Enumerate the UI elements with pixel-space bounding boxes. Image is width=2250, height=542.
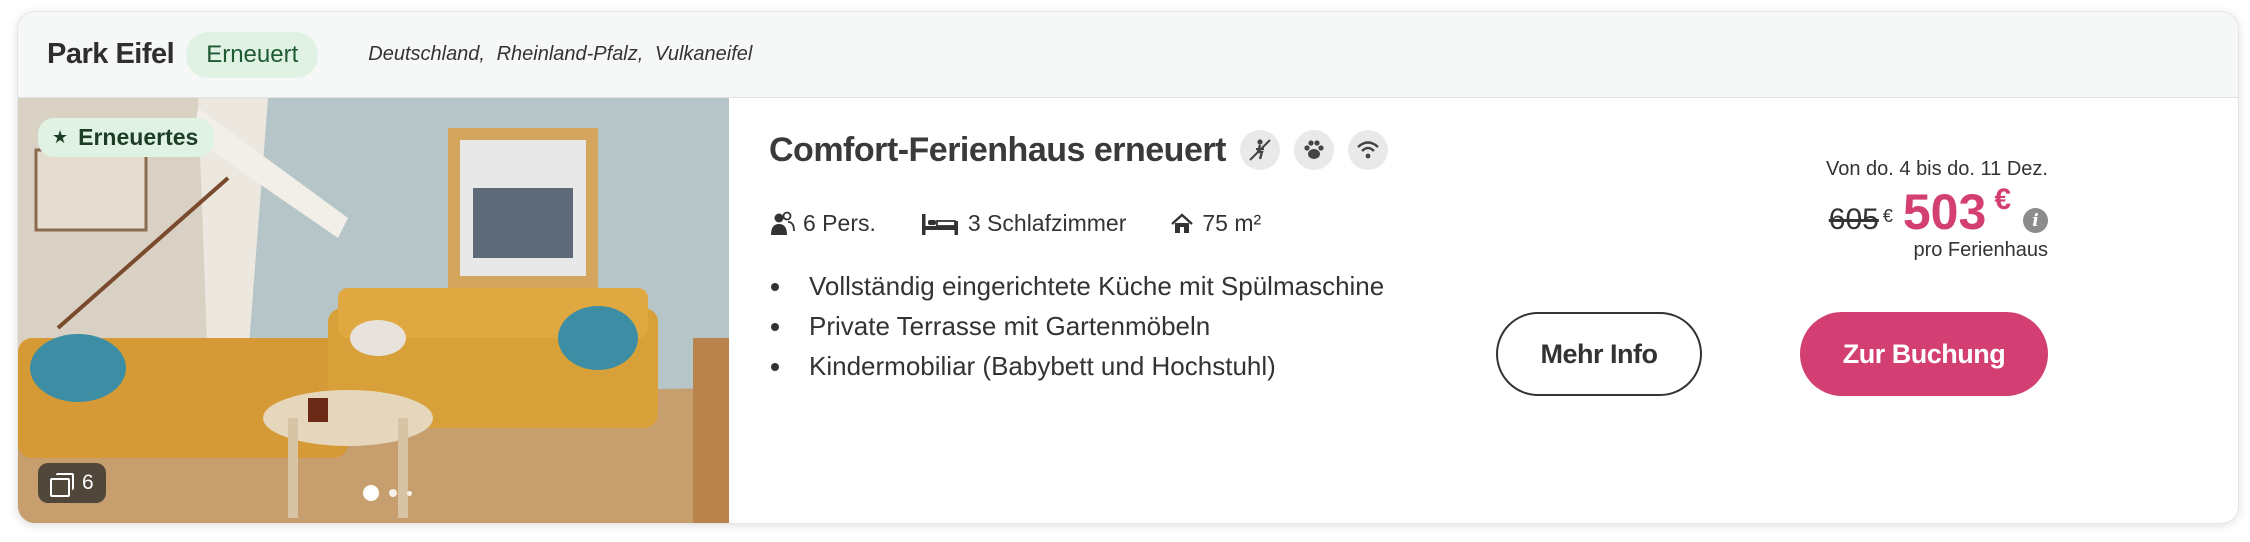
accommodation-photo[interactable]: ★ Erneuertes 6 <box>18 98 729 523</box>
specs-row: 6 Pers. 3 Schlafzimmer 75 m² <box>769 210 1305 237</box>
feature-item: Private Terrasse mit Gartenmöbeln <box>769 306 1384 346</box>
photo-count-label: 6 <box>82 471 94 494</box>
house-icon <box>1171 212 1194 233</box>
bedrooms-spec: 3 Schlafzimmer <box>920 210 1126 237</box>
feature-item: Vollständig eingerichtete Küche mit Spül… <box>769 266 1384 306</box>
date-range: Von do. 4 bis do. 11 Dez. <box>1825 158 2048 180</box>
area-spec: 75 m² <box>1170 210 1261 237</box>
carousel-dot[interactable] <box>407 490 412 496</box>
new-price: 503 <box>1902 184 1987 240</box>
feature-list: Vollständig eingerichtete Küche mit Spül… <box>769 266 1384 386</box>
wifi-icon <box>1347 130 1388 170</box>
bed-icon <box>921 213 958 235</box>
area-label: 75 m² <box>1202 210 1262 236</box>
price-per-unit: pro Ferienhaus <box>1913 239 2048 261</box>
photo-badge-label: Erneuertes <box>78 124 199 150</box>
photo-count-button[interactable]: 6 <box>38 463 106 503</box>
title-row: Comfort-Ferienhaus erneuert <box>769 130 1388 170</box>
carousel-dots <box>363 485 412 501</box>
gallery-icon <box>50 473 74 497</box>
carousel-dot-active[interactable] <box>363 485 379 501</box>
carousel-dot[interactable] <box>389 489 397 497</box>
location-breadcrumb: Deutschland, Rheinland-Pfalz, Vulkaneife… <box>368 43 758 66</box>
location-area: Vulkaneifel <box>654 43 753 65</box>
no-smoking-icon <box>1239 130 1280 170</box>
card-header: Park Eifel Erneuert Deutschland, Rheinla… <box>18 12 2238 98</box>
more-info-button[interactable]: Mehr Info <box>1496 312 1702 396</box>
location-region: Rheinland-Pfalz, <box>496 43 644 65</box>
renewed-badge: Erneuert <box>186 31 319 78</box>
book-button[interactable]: Zur Buchung <box>1800 312 2048 396</box>
price-box: Von do. 4 bis do. 11 Dez. 605 € 503 € i … <box>1826 158 2048 262</box>
persons-icon <box>771 211 795 235</box>
star-badge-icon: ★ <box>52 127 69 147</box>
location-country: Deutschland, <box>368 43 485 65</box>
park-name[interactable]: Park Eifel <box>47 38 175 71</box>
old-price-currency: € <box>1882 206 1893 226</box>
persons-label: 6 Pers. <box>803 210 876 236</box>
accommodation-card: Park Eifel Erneuert Deutschland, Rheinla… <box>17 11 2239 524</box>
renewed-photo-badge: ★ Erneuertes <box>38 118 215 157</box>
accommodation-title[interactable]: Comfort-Ferienhaus erneuert <box>769 131 1226 170</box>
old-price: 605 <box>1828 203 1879 236</box>
living-room-image <box>18 98 729 523</box>
bedrooms-label: 3 Schlafzimmer <box>967 210 1127 236</box>
persons-spec: 6 Pers. <box>769 210 876 237</box>
new-price-currency: € <box>1994 183 2011 216</box>
feature-item: Kindermobiliar (Babybett und Hochstuhl) <box>769 346 1384 386</box>
info-icon[interactable]: i <box>2023 208 2048 233</box>
price-row: 605 € 503 € i <box>1826 183 2048 240</box>
pet-paw-icon <box>1293 130 1334 170</box>
